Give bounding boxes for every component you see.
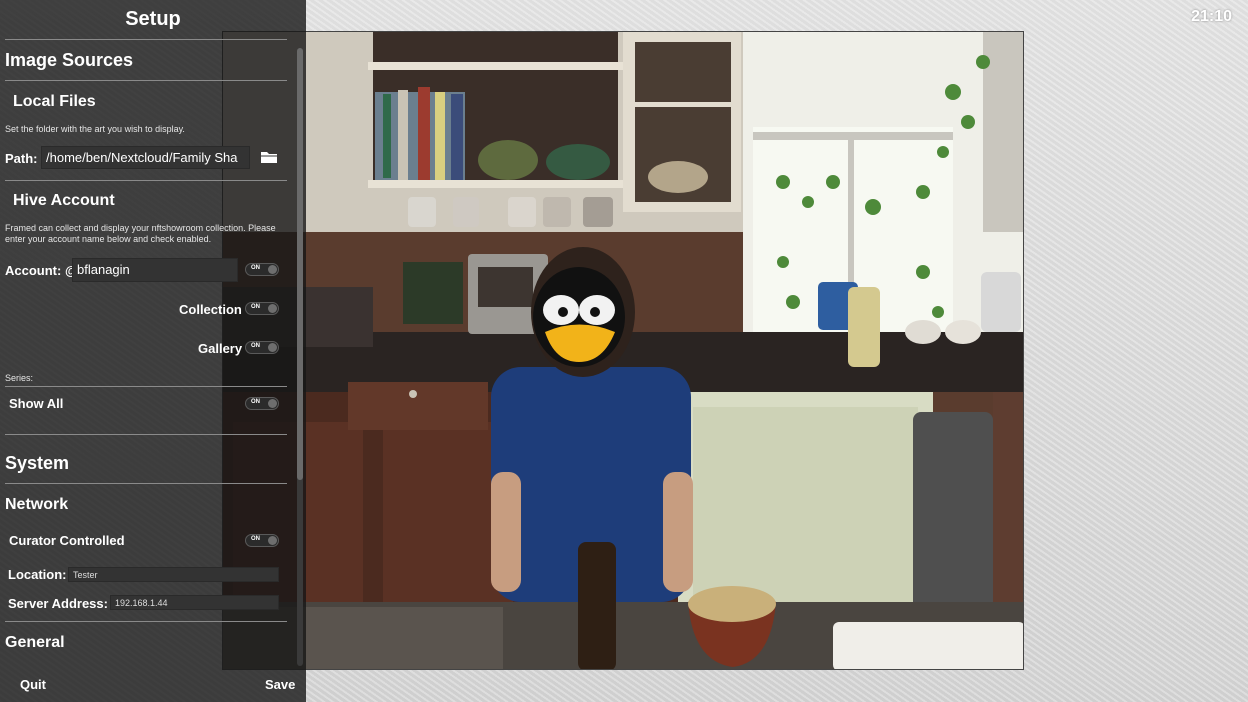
section-system[interactable]: System (5, 453, 69, 474)
location-label: Location: (8, 567, 67, 582)
section-hive-account[interactable]: Hive Account (13, 192, 115, 210)
divider (5, 483, 287, 484)
series-label: Series: (5, 373, 34, 383)
path-label: Path: (5, 151, 38, 166)
quit-button[interactable]: Quit (20, 677, 46, 692)
server-address-input[interactable]: 192.168.1.44 (110, 595, 279, 610)
location-input[interactable]: Tester (68, 567, 279, 582)
panel-scrollbar[interactable] (297, 48, 303, 666)
toggle-state: ON (251, 304, 260, 310)
section-general[interactable]: General (5, 634, 65, 652)
folder-icon[interactable] (260, 150, 278, 164)
toggle-knob (268, 304, 277, 313)
toggle-state: ON (251, 536, 260, 542)
scrollbar-thumb[interactable] (297, 48, 303, 480)
gallery-label: Gallery (198, 341, 243, 356)
clock: 21:10 (1191, 8, 1232, 25)
collection-toggle[interactable]: ON (245, 302, 279, 315)
section-image-sources[interactable]: Image Sources (5, 50, 133, 71)
path-input[interactable]: /home/ben/Nextcloud/Family Sha (41, 146, 250, 169)
account-label: Account: @ (5, 263, 78, 278)
setup-panel: Setup Image Sources Local Files Set the … (0, 0, 306, 702)
toggle-state: ON (251, 265, 260, 271)
hive-description-line1: Framed can collect and display your nfts… (5, 223, 276, 233)
divider (5, 621, 287, 622)
collection-label: Collection (179, 302, 242, 317)
divider (5, 386, 287, 387)
section-local-files[interactable]: Local Files (13, 93, 96, 111)
toggle-state: ON (251, 343, 260, 349)
divider (5, 434, 287, 435)
save-button[interactable]: Save (265, 677, 295, 692)
curator-controlled-toggle[interactable]: ON (245, 534, 279, 547)
toggle-knob (268, 343, 277, 352)
show-all-label: Show All (9, 396, 64, 411)
account-enabled-toggle[interactable]: ON (245, 263, 279, 276)
toggle-state: ON (251, 399, 260, 405)
account-input[interactable]: bflanagin (72, 258, 238, 282)
toggle-knob (268, 536, 277, 545)
divider (5, 80, 287, 81)
gallery-toggle[interactable]: ON (245, 341, 279, 354)
divider (5, 39, 287, 40)
displayed-photo (222, 31, 1024, 670)
panel-title: Setup (125, 8, 181, 30)
section-network[interactable]: Network (5, 496, 68, 514)
toggle-knob (268, 399, 277, 408)
divider (5, 180, 287, 181)
server-address-label: Server Address: (8, 596, 108, 611)
curator-controlled-label: Curator Controlled (9, 533, 125, 548)
hive-description-line2: enter your account name below and check … (5, 234, 212, 244)
show-all-toggle[interactable]: ON (245, 397, 279, 410)
local-files-description: Set the folder with the art you wish to … (5, 124, 185, 134)
toggle-knob (268, 265, 277, 274)
